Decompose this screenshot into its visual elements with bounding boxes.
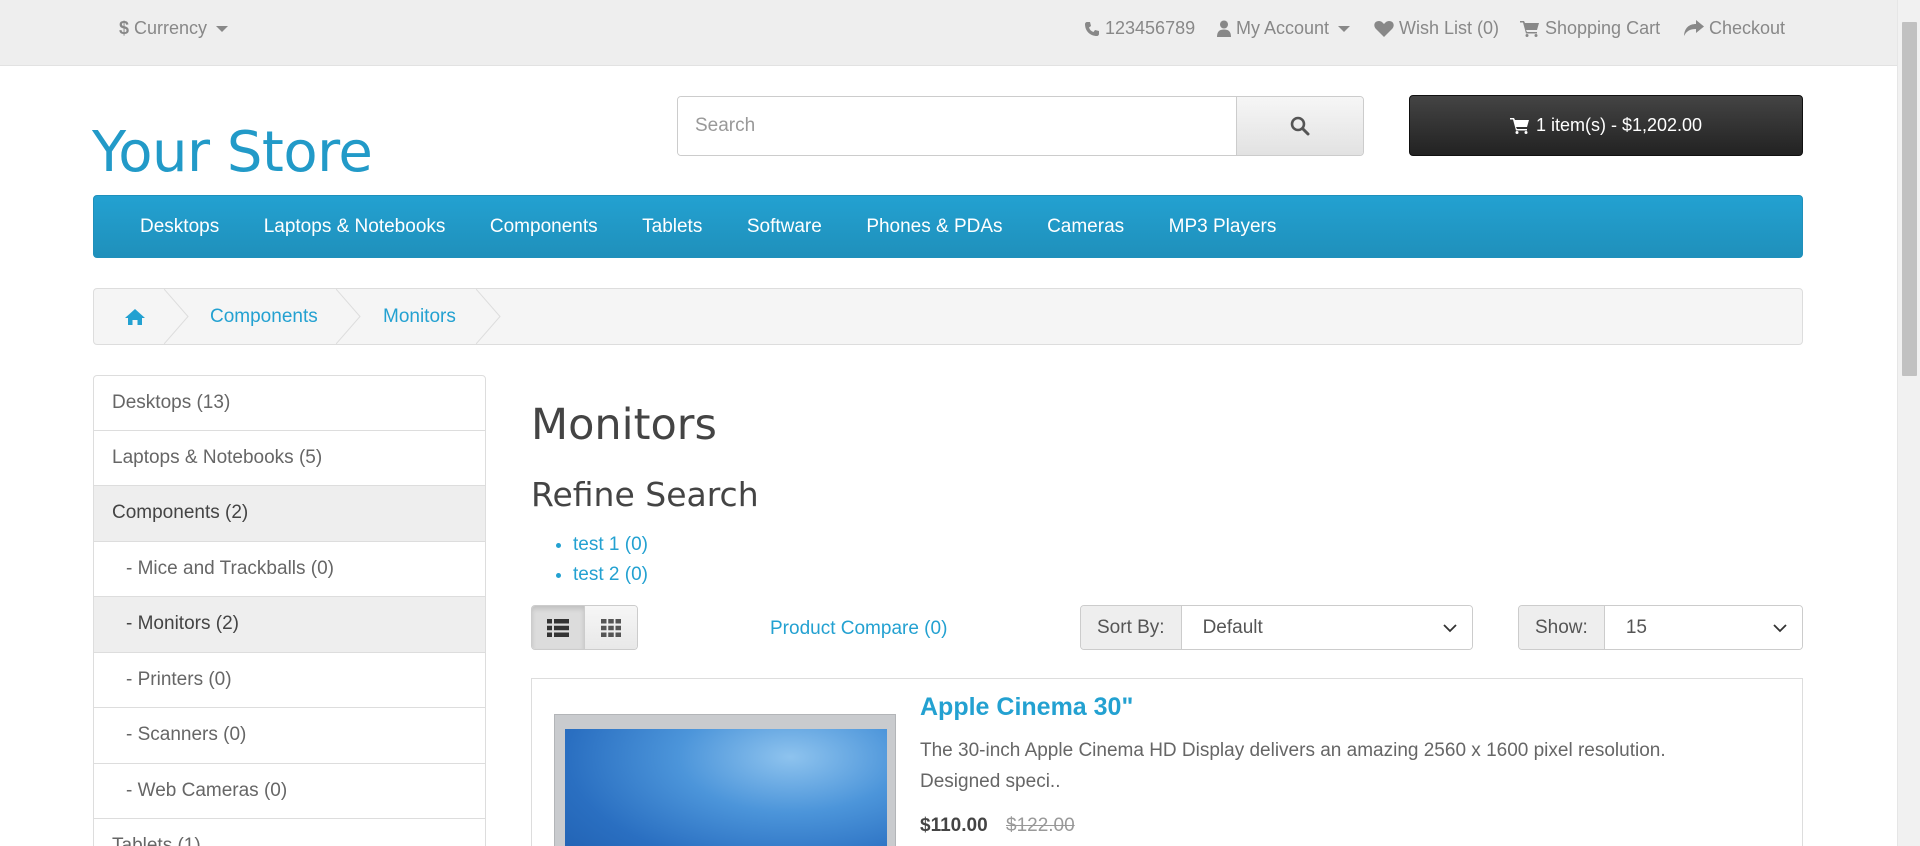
menu-item-cameras[interactable]: Cameras [1047, 216, 1124, 238]
breadcrumb-separator [476, 289, 501, 344]
refine-search-heading: Refine Search [531, 475, 759, 514]
grid-view-icon [600, 618, 621, 637]
phone-number: 123456789 [1105, 18, 1196, 38]
sidebar-item-mice-trackballs[interactable]: - Mice and Trackballs (0) [93, 541, 486, 597]
menu-item-mp3-players[interactable]: MP3 Players [1169, 216, 1277, 238]
share-icon [1684, 20, 1704, 36]
currency-label: Currency [134, 18, 208, 38]
monitor-screen-image [565, 729, 887, 846]
caret-down-icon [216, 25, 229, 32]
wishlist-label: Wish List (0) [1399, 18, 1500, 38]
breadcrumb-monitors[interactable]: Monitors [383, 289, 456, 344]
show-limit-select[interactable]: 15 [1604, 606, 1802, 649]
shopping-cart-label: Shopping Cart [1545, 18, 1661, 38]
view-toggle [531, 605, 638, 650]
cart-summary-text: 1 item(s) - $1,202.00 [1535, 115, 1703, 135]
scrollbar-thumb[interactable] [1902, 22, 1917, 376]
show-label: Show: [1519, 606, 1605, 649]
refine-link-test-2[interactable]: test 2 (0) [573, 564, 648, 585]
product-name-link[interactable]: Apple Cinema 30" [920, 693, 1133, 722]
sort-by-label: Sort By: [1081, 606, 1182, 649]
category-sidebar: Desktops (13) Laptops & Notebooks (5) Co… [93, 375, 486, 846]
breadcrumb: Components Monitors [93, 288, 1803, 345]
chevron-down-icon [1773, 624, 1787, 633]
chevron-down-icon [1443, 624, 1457, 633]
sidebar-item-tablets[interactable]: Tablets (1) [93, 819, 486, 846]
breadcrumb-separator [164, 289, 189, 344]
breadcrumb-separator [336, 289, 361, 344]
sidebar-item-desktops[interactable]: Desktops (13) [93, 375, 486, 431]
my-account-dropdown[interactable]: My Account [1217, 18, 1351, 39]
product-compare-link[interactable]: Product Compare (0) [770, 618, 947, 640]
menu-item-desktops[interactable]: Desktops [140, 216, 219, 238]
menu-item-phones-pdas[interactable]: Phones & PDAs [866, 216, 1002, 238]
dollar-icon: $ [119, 18, 130, 38]
page-scrollbar[interactable] [1897, 0, 1920, 846]
sort-by-value: Default [1202, 616, 1263, 638]
refine-link-test-1[interactable]: test 1 (0) [573, 534, 648, 555]
list-view-icon [546, 618, 569, 637]
cart-summary-button[interactable]: 1 item(s) - $1,202.00 [1409, 95, 1803, 156]
sort-by-group: Sort By: Default [1080, 605, 1473, 650]
sidebar-item-laptops-notebooks[interactable]: Laptops & Notebooks (5) [93, 430, 486, 486]
heart-icon [1374, 21, 1394, 37]
grid-view-button[interactable] [584, 606, 637, 649]
sidebar-item-scanners[interactable]: - Scanners (0) [93, 708, 486, 764]
shopping-cart-link[interactable]: Shopping Cart [1520, 18, 1660, 39]
show-limit-value: 15 [1625, 616, 1647, 638]
home-icon [125, 308, 145, 325]
my-account-label: My Account [1236, 18, 1330, 38]
search-icon [1290, 116, 1310, 136]
sidebar-item-printers[interactable]: - Printers (0) [93, 652, 486, 708]
main-menu: Desktops Laptops & Notebooks Components … [93, 195, 1803, 258]
search-button[interactable] [1236, 97, 1363, 155]
store-logo[interactable]: Your Store [92, 120, 373, 185]
sort-by-select[interactable]: Default [1181, 606, 1472, 649]
checkout-link[interactable]: Checkout [1684, 18, 1785, 39]
refine-list-item: test 2 (0) [573, 563, 648, 593]
user-icon [1217, 20, 1231, 37]
phone-link[interactable]: 123456789 [1084, 18, 1195, 39]
cart-icon [1509, 118, 1529, 134]
checkout-label: Checkout [1709, 18, 1786, 38]
breadcrumb-components[interactable]: Components [210, 289, 318, 344]
wishlist-link[interactable]: Wish List (0) [1374, 18, 1499, 39]
list-view-button[interactable] [532, 606, 585, 649]
page-title: Monitors [531, 400, 717, 450]
top-bar: $ Currency 123456789 My Account Wish Lis… [0, 0, 1897, 66]
cart-icon [1520, 21, 1539, 37]
caret-down-icon [1338, 25, 1351, 32]
phone-icon [1085, 21, 1099, 36]
menu-item-components[interactable]: Components [490, 216, 598, 238]
search-box [677, 96, 1364, 156]
sidebar-item-web-cameras[interactable]: - Web Cameras (0) [93, 763, 486, 819]
sidebar-item-components[interactable]: Components (2) [93, 486, 486, 542]
sidebar-item-monitors[interactable]: - Monitors (2) [93, 597, 486, 653]
show-limit-group: Show: 15 [1518, 605, 1803, 650]
breadcrumb-home[interactable] [124, 289, 146, 344]
refine-list-item: test 1 (0) [573, 533, 648, 563]
refine-search-list: test 1 (0) test 2 (0) [573, 533, 648, 593]
search-input[interactable] [678, 97, 1236, 155]
menu-item-laptops-notebooks[interactable]: Laptops & Notebooks [264, 216, 446, 238]
menu-item-software[interactable]: Software [747, 216, 822, 238]
product-card: Apple Cinema 30" The 30-inch Apple Cinem… [531, 678, 1803, 846]
menu-item-tablets[interactable]: Tablets [642, 216, 702, 238]
currency-dropdown[interactable]: $ Currency [119, 18, 229, 39]
product-old-price: $122.00 [1006, 815, 1075, 836]
product-image[interactable] [554, 714, 896, 846]
product-description: The 30-inch Apple Cinema HD Display deli… [920, 740, 1666, 792]
product-price: $110.00 [920, 815, 988, 836]
